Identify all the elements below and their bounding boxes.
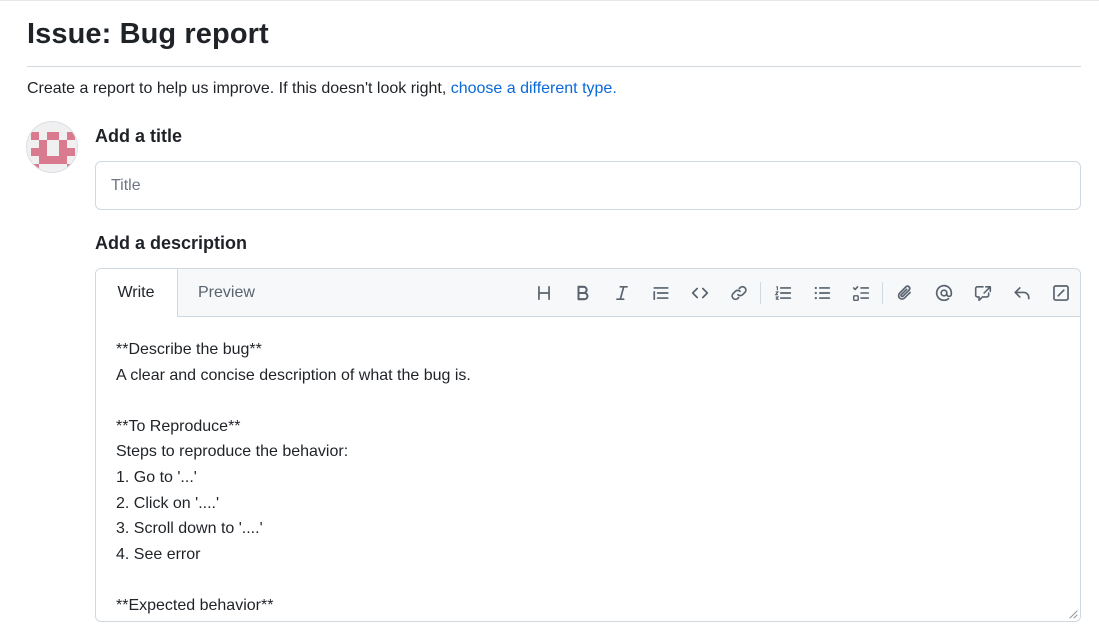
markdown-editor: Write Preview **Describe the bug** A cle… — [95, 268, 1081, 622]
editor-line: Steps to reproduce the behavior: — [116, 443, 349, 461]
italic-icon — [615, 285, 628, 301]
heading-icon — [537, 285, 550, 301]
code-button[interactable] — [680, 269, 719, 317]
toolbar-divider — [760, 282, 761, 304]
slash-commands-button[interactable] — [1041, 269, 1080, 317]
intro-description: Create a report to help us improve. If t… — [27, 80, 451, 97]
mention-icon — [935, 284, 952, 302]
editor-line: 1. Go to '...' — [116, 468, 197, 486]
ordered-list-icon — [774, 286, 791, 300]
quote-button[interactable] — [641, 269, 680, 317]
mention-button[interactable] — [924, 269, 963, 317]
toolbar-divider — [882, 282, 883, 304]
italic-button[interactable] — [602, 269, 641, 317]
editor-line: A clear and concise description of what … — [116, 366, 471, 384]
editor-line: **To Reproduce** — [116, 417, 241, 435]
code-icon — [691, 287, 708, 299]
link-icon — [730, 285, 747, 301]
quote-icon — [652, 287, 669, 301]
reference-button[interactable] — [963, 269, 1002, 317]
slash-commands-icon — [1052, 285, 1069, 301]
editor-line: **Expected behavior** — [116, 596, 274, 614]
bold-button[interactable] — [563, 269, 602, 317]
bold-icon — [576, 285, 588, 301]
top-divider — [0, 0, 1099, 1]
avatar[interactable] — [26, 121, 78, 173]
attach-icon — [897, 285, 911, 300]
unordered-list-button[interactable] — [802, 269, 841, 317]
editor-line: 4. See error — [116, 545, 201, 563]
attach-button[interactable] — [885, 269, 924, 317]
title-divider — [27, 66, 1081, 67]
formatting-toolbar — [524, 269, 1080, 317]
ordered-list-button[interactable] — [763, 269, 802, 317]
reference-icon — [974, 286, 991, 302]
editor-header: Write Preview — [96, 269, 1080, 317]
description-label: Add a description — [95, 233, 248, 253]
intro-text: Create a report to help us improve. If t… — [27, 80, 617, 98]
link-button[interactable] — [719, 269, 758, 317]
unordered-list-icon — [814, 286, 830, 300]
editor-line: 3. Scroll down to '....' — [116, 520, 263, 538]
task-list-icon — [852, 286, 869, 302]
resize-handle-icon[interactable] — [1069, 610, 1078, 619]
tab-write[interactable]: Write — [96, 269, 178, 317]
tab-preview[interactable]: Preview — [198, 269, 255, 317]
heading-button[interactable] — [524, 269, 563, 317]
task-list-button[interactable] — [841, 269, 880, 317]
editor-line: **Describe the bug** — [116, 341, 262, 358]
identicon-icon — [27, 122, 77, 172]
issue-form-page: Issue: Bug report Create a report to hel… — [0, 0, 1099, 639]
editor-line: 2. Click on '....' — [116, 494, 220, 512]
saved-reply-icon — [1013, 287, 1030, 300]
title-label: Add a title — [95, 126, 183, 146]
choose-different-type-link[interactable]: choose a different type. — [451, 80, 617, 97]
description-textarea[interactable]: **Describe the bug** A clear and concise … — [116, 337, 1060, 619]
page-title: Issue: Bug report — [27, 18, 269, 50]
title-input[interactable] — [95, 161, 1081, 210]
saved-reply-button[interactable] — [1002, 269, 1041, 317]
